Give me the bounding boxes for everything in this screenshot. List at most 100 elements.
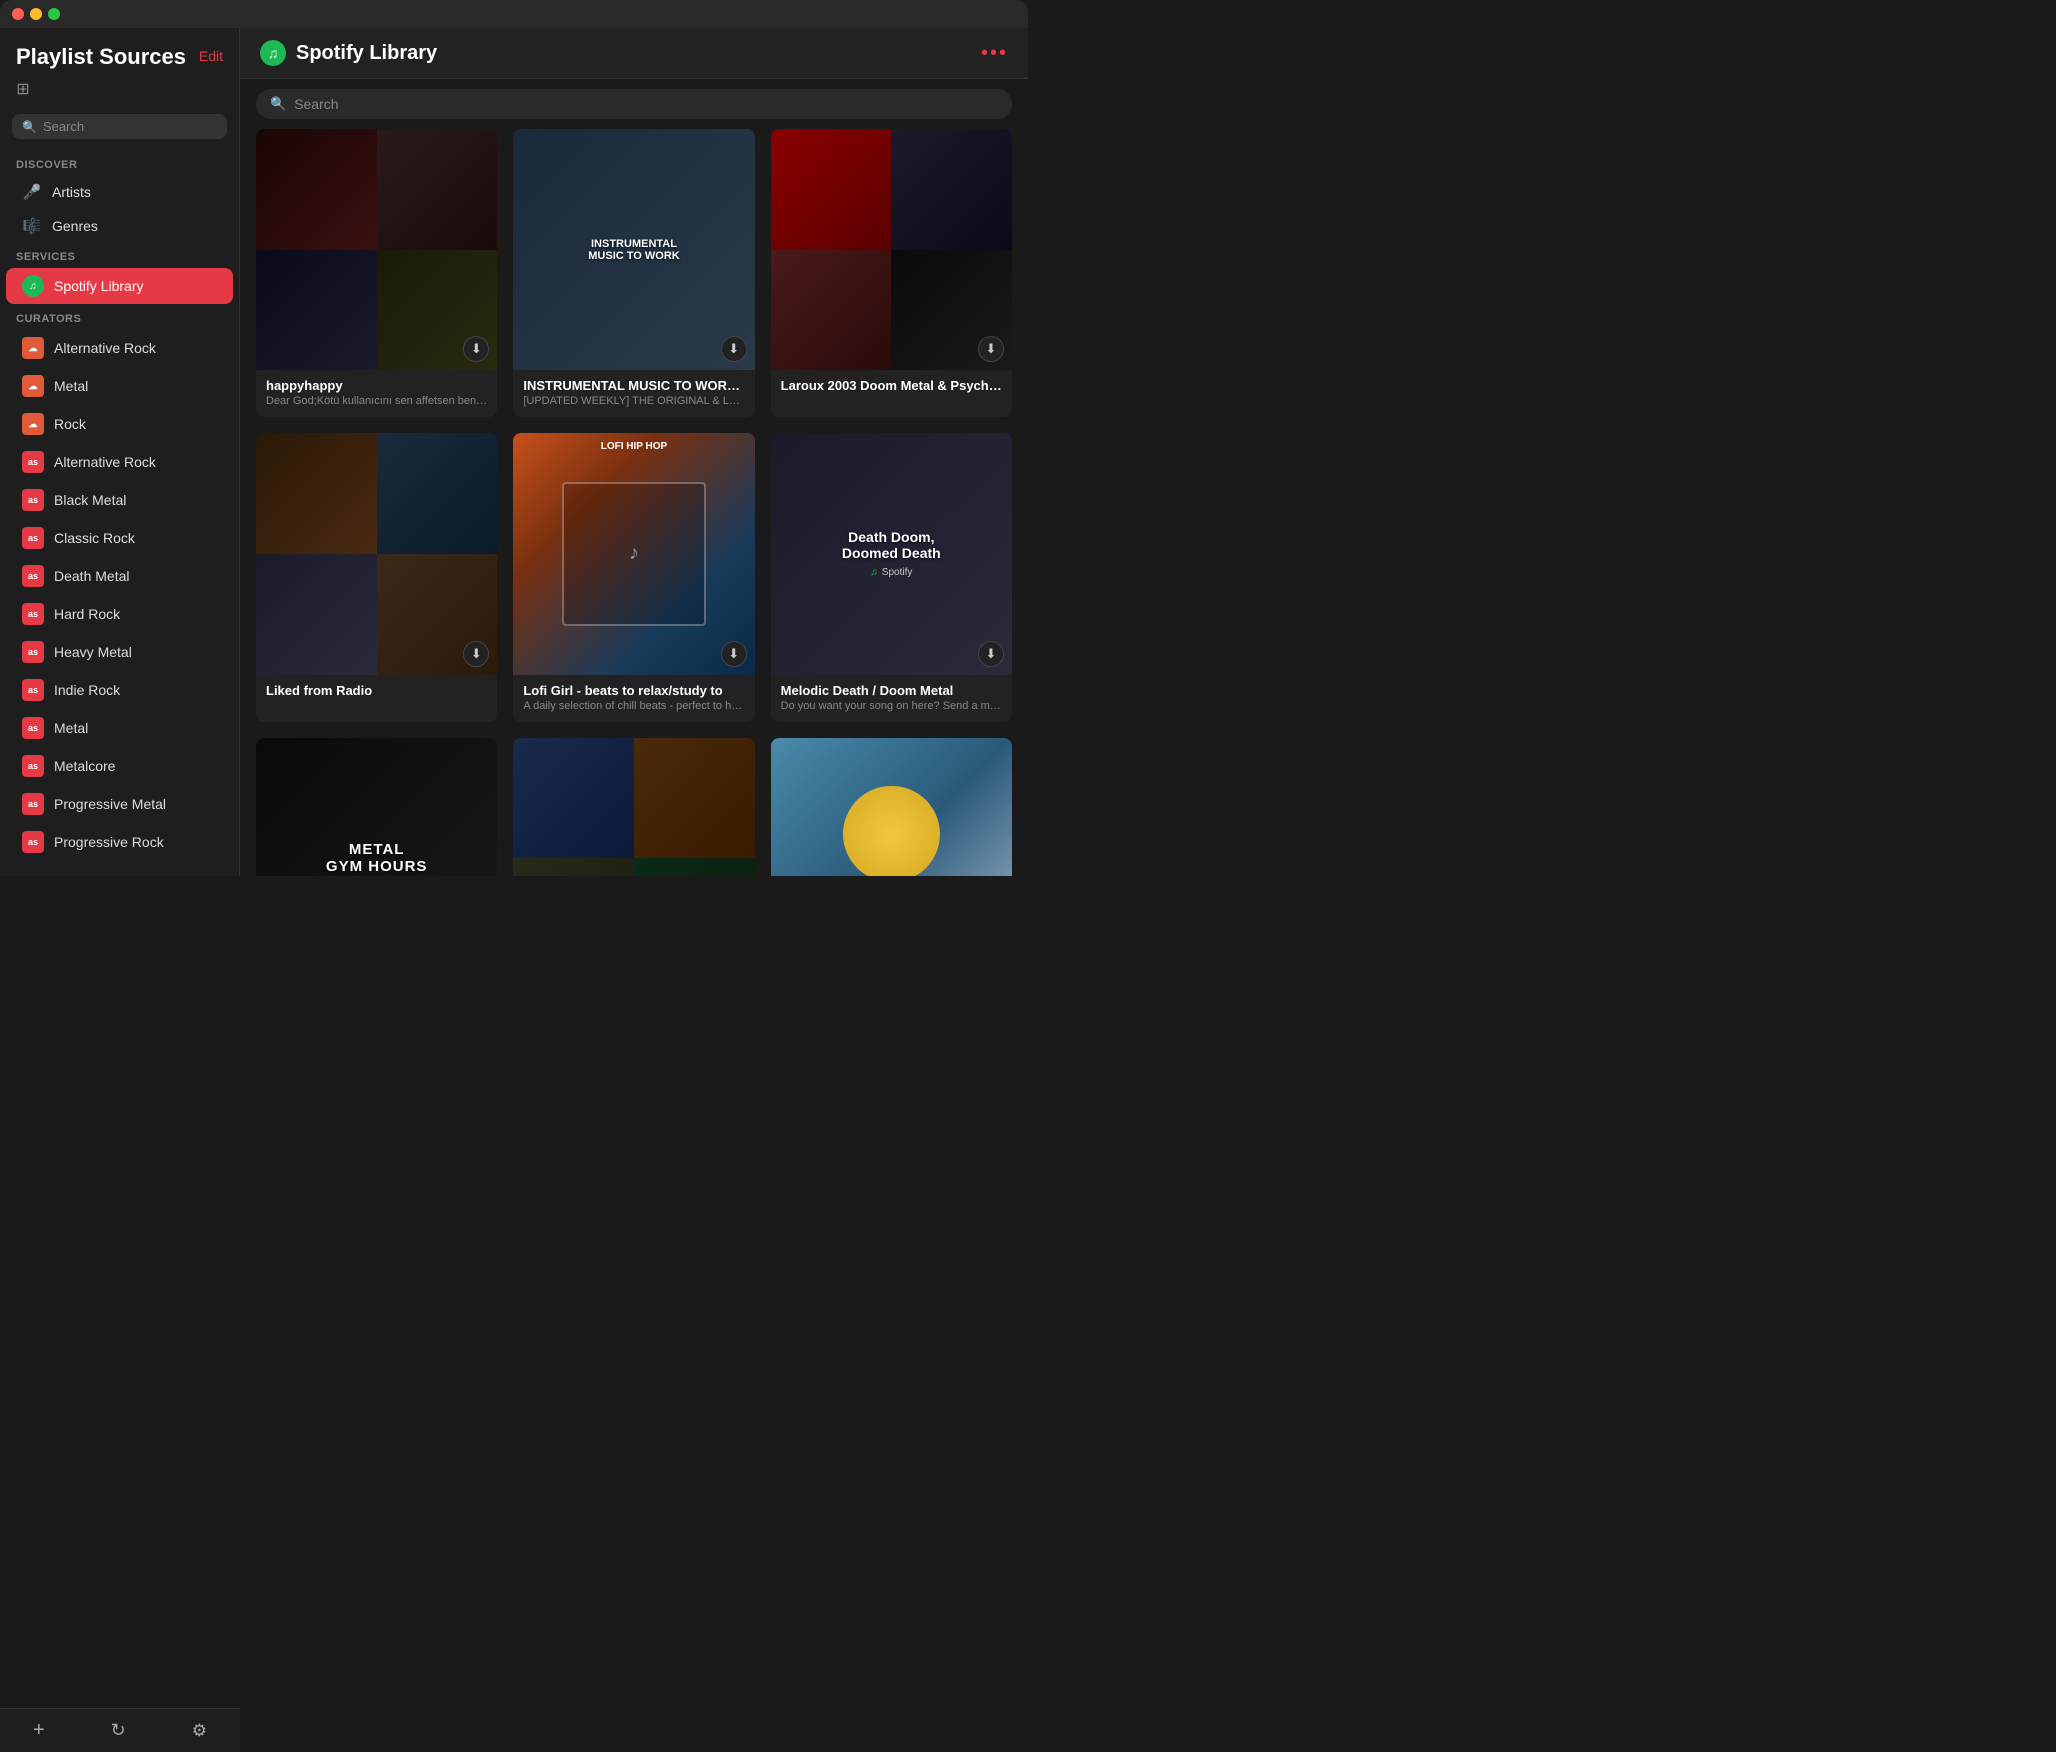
- cloud-icon-alt-rock: ☁: [22, 337, 44, 359]
- playlist-item-osman[interactable]: ⬇ osman mümtaz rakmetıl: [513, 738, 754, 876]
- sidebar-item-genres[interactable]: 🎼 Genres: [6, 210, 233, 242]
- edit-button[interactable]: Edit: [199, 48, 223, 64]
- sidebar-title: Playlist Sources: [16, 44, 186, 70]
- sidebar-item-metal-lastfm[interactable]: as Metal: [6, 710, 233, 746]
- playlist-item-melodic-death[interactable]: Death Doom,Doomed Death ♫ Spotify ⬇ Melo…: [771, 433, 1012, 721]
- sidebar-item-hard-rock[interactable]: as Hard Rock: [6, 596, 233, 632]
- playlist-thumb-osman: ⬇: [513, 738, 754, 876]
- artists-icon: 🎤: [22, 183, 42, 201]
- app-container: Playlist Sources Edit ⊞ 🔍 Discover 🎤 Art…: [0, 28, 1028, 876]
- sidebar-layout-icon[interactable]: ⊞: [12, 78, 34, 100]
- lastfm-icon-death-metal: as: [22, 565, 44, 587]
- discover-section-label: Discover: [0, 151, 239, 175]
- sidebar-search-input[interactable]: [43, 119, 217, 134]
- title-bar: [0, 0, 1028, 28]
- playlist-thumb-metal-gym: METALGYM HOURS ⬇: [256, 738, 497, 876]
- lastfm-icon-metal: as: [22, 717, 44, 739]
- playlist-grid: ⬇ happyhappy Dear God;Kötü kullanıcını s…: [256, 129, 1012, 876]
- sidebar-item-metalcore[interactable]: as Metalcore: [6, 748, 233, 784]
- playlist-thumb-lofi-girl: LOFI HIP HOP ♪ ⬇: [513, 433, 754, 674]
- sidebar-item-artists[interactable]: 🎤 Artists: [6, 176, 233, 208]
- playlist-thumb-melodic-death: Death Doom,Doomed Death ♫ Spotify ⬇: [771, 433, 1012, 674]
- main-search-input[interactable]: [294, 96, 998, 112]
- sidebar-item-rock-discover[interactable]: ☁ Rock: [6, 406, 233, 442]
- spotify-icon: ♫: [22, 275, 44, 297]
- sidebar-item-progressive-rock-label: Progressive Rock: [54, 834, 164, 850]
- playlist-item-oyasumi[interactable]: ⬇ Oyasumi: [771, 738, 1012, 876]
- lastfm-icon-alt-rock: as: [22, 451, 44, 473]
- main-search-icon: 🔍: [270, 96, 286, 112]
- lastfm-icon-progressive-rock: as: [22, 831, 44, 853]
- sidebar-item-heavy-metal-label: Heavy Metal: [54, 644, 132, 660]
- sidebar-item-alt-rock-discover[interactable]: ☁ Alternative Rock: [6, 330, 233, 366]
- lastfm-icon-metalcore: as: [22, 755, 44, 777]
- playlist-info-liked-radio: Liked from Radio: [256, 675, 497, 710]
- playlist-thumb-oyasumi: ⬇: [771, 738, 1012, 876]
- sidebar-item-progressive-metal[interactable]: as Progressive Metal: [6, 786, 233, 822]
- playlist-title-laroux: Laroux 2003 Doom Metal & Psychedelic: [781, 378, 1002, 393]
- sidebar-item-death-metal[interactable]: as Death Metal: [6, 558, 233, 594]
- main-header-title: Spotify Library: [296, 42, 437, 65]
- playlist-title-liked-radio: Liked from Radio: [266, 683, 487, 698]
- close-button[interactable]: [12, 8, 24, 20]
- lastfm-icon-black-metal: as: [22, 489, 44, 511]
- playlist-thumb-instrumental: INSTRUMENTALMUSIC TO WORK ⬇: [513, 129, 754, 370]
- sidebar-item-hard-rock-label: Hard Rock: [54, 606, 120, 622]
- sidebar-header: Playlist Sources Edit: [0, 28, 239, 78]
- playlist-info-instrumental: INSTRUMENTAL MUSIC TO WORK TO: Chill,...…: [513, 370, 754, 417]
- maximize-button[interactable]: [48, 8, 60, 20]
- sidebar-item-heavy-metal[interactable]: as Heavy Metal: [6, 634, 233, 670]
- download-badge-liked-radio[interactable]: ⬇: [463, 641, 489, 667]
- playlist-item-metal-gym[interactable]: METALGYM HOURS ⬇ Metal Gym Hours Heavy m…: [256, 738, 497, 876]
- main-search-bar[interactable]: 🔍: [256, 89, 1012, 119]
- sidebar-item-indie-rock[interactable]: as Indie Rock: [6, 672, 233, 708]
- more-options-button[interactable]: •••: [981, 42, 1008, 65]
- playlist-info-happyhappy: happyhappy Dear God;Kötü kullanıcını sen…: [256, 370, 497, 417]
- playlist-item-laroux[interactable]: ⬇ Laroux 2003 Doom Metal & Psychedelic: [771, 129, 1012, 417]
- minimize-button[interactable]: [30, 8, 42, 20]
- playlist-item-lofi-girl[interactable]: LOFI HIP HOP ♪ ⬇ Lofi Girl - beats to re…: [513, 433, 754, 721]
- sidebar-item-alt-rock-lastfm-label: Alternative Rock: [54, 454, 156, 470]
- lastfm-icon-heavy-metal: as: [22, 641, 44, 663]
- playlist-thumb-liked-radio: ⬇: [256, 433, 497, 674]
- lastfm-icon-progressive-metal: as: [22, 793, 44, 815]
- sidebar-item-death-metal-label: Death Metal: [54, 568, 129, 584]
- sidebar-item-alt-rock-lastfm[interactable]: as Alternative Rock: [6, 444, 233, 480]
- sidebar-item-progressive-metal-label: Progressive Metal: [54, 796, 166, 812]
- sidebar-item-classic-rock[interactable]: as Classic Rock: [6, 520, 233, 556]
- playlist-item-instrumental[interactable]: INSTRUMENTALMUSIC TO WORK ⬇ INSTRUMENTAL…: [513, 129, 754, 417]
- lastfm-icon-indie-rock: as: [22, 679, 44, 701]
- playlist-desc-happyhappy: Dear God;Kötü kullanıcını sen affetsen b…: [266, 395, 487, 407]
- playlist-item-liked-radio[interactable]: ⬇ Liked from Radio: [256, 433, 497, 721]
- curators-section-label: Curators: [0, 305, 239, 329]
- playlist-item-happyhappy[interactable]: ⬇ happyhappy Dear God;Kötü kullanıcını s…: [256, 129, 497, 417]
- playlist-title-melodic-death: Melodic Death / Doom Metal: [781, 683, 1002, 698]
- traffic-lights: [12, 8, 60, 20]
- download-badge-instrumental[interactable]: ⬇: [721, 336, 747, 362]
- sidebar-search-icon: 🔍: [22, 120, 37, 134]
- sidebar-item-black-metal[interactable]: as Black Metal: [6, 482, 233, 518]
- download-badge-melodic-death[interactable]: ⬇: [978, 641, 1004, 667]
- sidebar-item-rock-discover-label: Rock: [54, 416, 86, 432]
- playlist-info-melodic-death: Melodic Death / Doom Metal Do you want y…: [771, 675, 1012, 722]
- sidebar-item-spotify-library[interactable]: ♫ Spotify Library: [6, 268, 233, 304]
- playlist-title-instrumental: INSTRUMENTAL MUSIC TO WORK TO: Chill,...: [523, 378, 744, 393]
- sidebar-item-classic-rock-label: Classic Rock: [54, 530, 135, 546]
- sidebar-item-metal-lastfm-label: Metal: [54, 720, 88, 736]
- sidebar-item-progressive-rock[interactable]: as Progressive Rock: [6, 824, 233, 860]
- sidebar-item-black-metal-label: Black Metal: [54, 492, 126, 508]
- sidebar-item-indie-rock-label: Indie Rock: [54, 682, 120, 698]
- sidebar-item-artists-label: Artists: [52, 184, 91, 200]
- download-badge-lofi[interactable]: ⬇: [721, 641, 747, 667]
- playlist-info-lofi-girl: Lofi Girl - beats to relax/study to A da…: [513, 675, 754, 722]
- spotify-logo: ♫: [260, 40, 286, 66]
- sidebar-item-alt-rock-discover-label: Alternative Rock: [54, 340, 156, 356]
- playlist-title-lofi-girl: Lofi Girl - beats to relax/study to: [523, 683, 744, 698]
- sidebar-search-bar[interactable]: 🔍: [12, 114, 227, 139]
- main-content: ♫ Spotify Library ••• 🔍: [240, 28, 1028, 876]
- playlist-desc-melodic-death: Do you want your song on here? Send a me…: [781, 700, 1002, 712]
- sidebar-item-genres-label: Genres: [52, 218, 98, 234]
- sidebar-item-metal-discover[interactable]: ☁ Metal: [6, 368, 233, 404]
- playlist-title-happyhappy: happyhappy: [266, 378, 487, 393]
- genres-icon: 🎼: [22, 217, 42, 235]
